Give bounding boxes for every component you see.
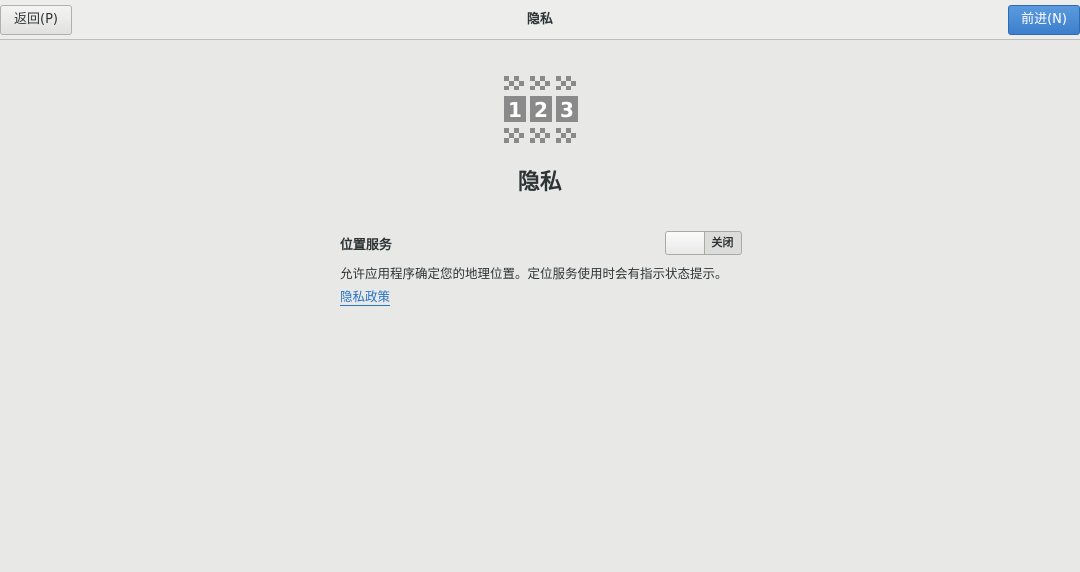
page-title: 隐私 xyxy=(517,170,562,195)
back-button[interactable]: 返回(P) xyxy=(0,5,72,35)
privacy-123-icon: 1 2 3 xyxy=(504,76,578,143)
location-services-description: 允许应用程序确定您的地理位置。定位服务使用时会有指示状态提示。 xyxy=(340,266,728,281)
location-services-label: 位置服务 xyxy=(340,238,393,253)
header-title: 隐私 xyxy=(526,12,553,27)
privacy-policy-link[interactable]: 隐私政策 xyxy=(340,289,391,306)
svg-text:2: 2 xyxy=(534,98,548,122)
toggle-state-label: 关闭 xyxy=(711,236,734,249)
next-button[interactable]: 前进(N) xyxy=(1008,5,1080,35)
location-services-toggle[interactable]: 关闭 xyxy=(665,231,742,255)
svg-text:3: 3 xyxy=(560,98,574,122)
location-services-row: 位置服务 关闭 xyxy=(340,230,742,256)
svg-text:1: 1 xyxy=(508,98,522,122)
toggle-knob[interactable] xyxy=(666,232,705,254)
header-bar: 返回(P) 隐私 前进(N) xyxy=(0,0,1080,40)
